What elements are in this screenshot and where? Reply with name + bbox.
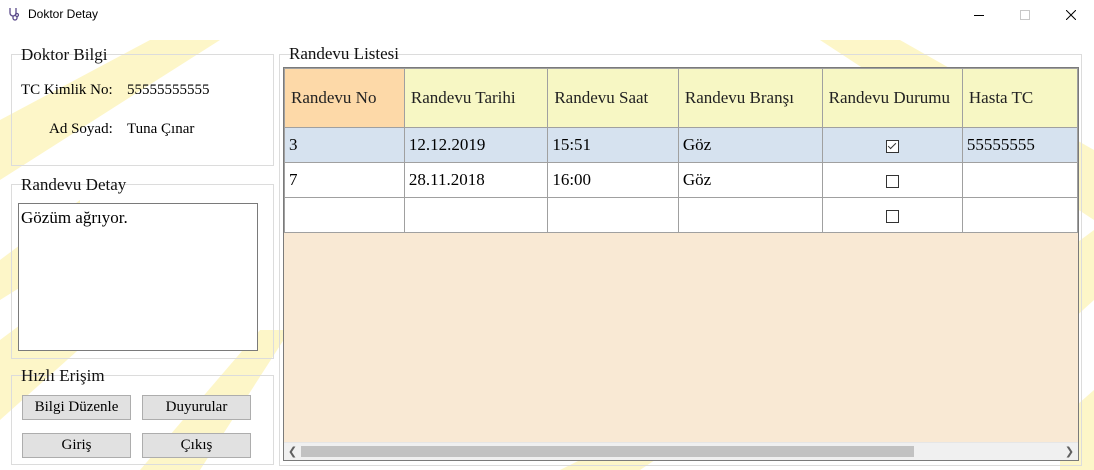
tc-label: TC Kimlik No:: [21, 82, 113, 98]
cell-randevu-durumu[interactable]: [821, 127, 963, 163]
table-row[interactable]: 7 28.11.2018 16:00 Göz: [284, 162, 1078, 198]
name-label: Ad Soyad:: [49, 121, 113, 137]
column-header-randevu-saat[interactable]: Randevu Saat: [547, 68, 679, 128]
durum-checkbox[interactable]: [885, 174, 899, 188]
bilgi-duzenle-button[interactable]: Bilgi Düzenle: [22, 395, 131, 420]
column-header-hasta-tc[interactable]: Hasta TC: [961, 68, 1078, 128]
cell-randevu-durumu[interactable]: [821, 197, 963, 233]
cell-randevu-tarihi[interactable]: [403, 197, 549, 233]
cell-randevu-saat[interactable]: 16:00: [547, 162, 679, 198]
randevu-detay-legend: Randevu Detay: [21, 175, 127, 194]
cell-randevu-tarihi[interactable]: 28.11.2018: [403, 162, 549, 198]
close-button[interactable]: [1048, 0, 1094, 30]
name-value: Tuna Çınar: [127, 121, 195, 137]
tc-value: 55555555555: [127, 82, 210, 98]
cell-hasta-tc[interactable]: 55555555: [961, 127, 1078, 163]
cell-randevu-no[interactable]: [284, 197, 405, 233]
stethoscope-icon: [9, 8, 20, 21]
minimize-button[interactable]: [956, 0, 1002, 30]
giris-button[interactable]: Giriş: [22, 433, 131, 458]
close-icon: [1066, 10, 1076, 20]
randevu-detay-textarea[interactable]: Gözüm ağrıyor.: [18, 203, 258, 351]
column-header-randevu-no[interactable]: Randevu No: [284, 68, 405, 128]
table-row[interactable]: 3 12.12.2019 15:51 Göz 55555555: [284, 127, 1078, 163]
new-row[interactable]: [284, 197, 1078, 233]
durum-checkbox[interactable]: [885, 139, 899, 153]
cell-randevu-bransi[interactable]: [677, 197, 823, 233]
chevron-right-icon[interactable]: ❯: [1061, 443, 1078, 460]
cikis-button[interactable]: Çıkış: [142, 433, 251, 458]
horizontal-scrollbar[interactable]: ❮ ❯: [284, 442, 1078, 460]
chevron-left-icon[interactable]: ❮: [284, 443, 301, 460]
window-title: Doktor Detay: [28, 7, 99, 21]
randevu-grid[interactable]: Randevu No Randevu Tarihi Randevu Saat R…: [283, 67, 1079, 461]
cell-randevu-tarihi[interactable]: 12.12.2019: [403, 127, 549, 163]
doktor-bilgi-group: [11, 54, 274, 166]
durum-checkbox[interactable]: [885, 209, 899, 223]
cell-randevu-durumu[interactable]: [821, 162, 963, 198]
randevu-table: Randevu No Randevu Tarihi Randevu Saat R…: [284, 68, 1078, 233]
duyurular-button[interactable]: Duyurular: [142, 395, 251, 420]
scrollbar-thumb[interactable]: [301, 446, 914, 457]
column-header-randevu-tarihi[interactable]: Randevu Tarihi: [403, 68, 549, 128]
maximize-button[interactable]: [1002, 0, 1048, 30]
cell-hasta-tc[interactable]: [961, 197, 1078, 233]
cell-randevu-bransi[interactable]: Göz: [677, 127, 823, 163]
doktor-bilgi-legend: Doktor Bilgi: [21, 45, 108, 64]
header-row: Randevu No Randevu Tarihi Randevu Saat R…: [284, 68, 1078, 128]
randevu-listesi-legend: Randevu Listesi: [289, 44, 400, 63]
cell-randevu-saat[interactable]: [547, 197, 679, 233]
cell-randevu-no[interactable]: 7: [284, 162, 405, 198]
cell-randevu-bransi[interactable]: Göz: [677, 162, 823, 198]
title-bar: Doktor Detay: [0, 0, 1094, 30]
hizli-erisim-legend: Hızlı Erişim: [21, 366, 105, 385]
cell-hasta-tc[interactable]: [961, 162, 1078, 198]
maximize-icon: [1020, 10, 1030, 20]
minimize-icon: [974, 15, 984, 16]
cell-randevu-no[interactable]: 3: [284, 127, 405, 163]
cell-randevu-saat[interactable]: 15:51: [547, 127, 679, 163]
column-header-randevu-durumu[interactable]: Randevu Durumu: [821, 68, 963, 128]
column-header-randevu-bransi[interactable]: Randevu Branşı: [677, 68, 823, 128]
